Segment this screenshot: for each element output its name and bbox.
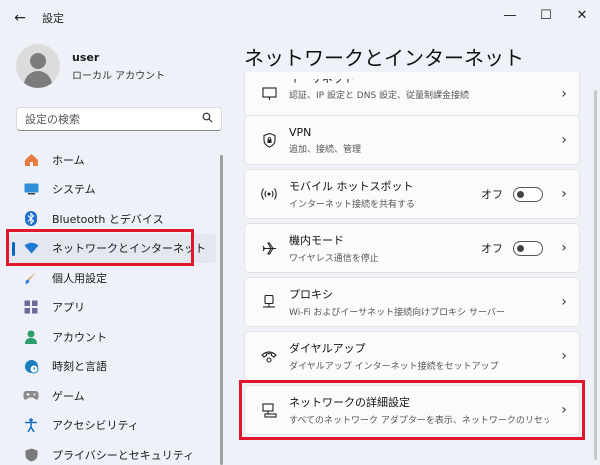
airplane-toggle-group: オフ (481, 240, 543, 256)
close-icon: ✕ (576, 7, 588, 23)
back-arrow-icon: ← (14, 10, 26, 26)
shield-icon (22, 447, 40, 463)
hotspot-toggle[interactable] (513, 186, 543, 202)
card-description: 追加、接続、管理 (289, 144, 362, 155)
card-mobile-hotspot[interactable]: モバイル ホットスポット インターネット接続を共有する オフ › (244, 169, 580, 219)
sidebar-item-label: Bluetooth とデバイス (52, 212, 164, 226)
account-icon (22, 329, 40, 345)
sidebar-scrollbar[interactable] (220, 155, 223, 465)
card-description: Wi-Fi およびイーサネット接続向けプロキシ サーバー (289, 308, 505, 318)
system-icon (22, 181, 40, 197)
page-title: ネットワークとインターネット (244, 46, 524, 70)
card-description: 認証、IP 設定と DNS 設定、従量制課金接続 (289, 91, 470, 101)
sidebar-item-accounts[interactable]: アカウント (8, 322, 216, 352)
clock-globe-icon (22, 358, 40, 374)
maximize-icon: ☐ (540, 7, 552, 23)
close-button[interactable]: ✕ (564, 0, 600, 30)
sidebar-item-label: 時刻と言語 (52, 360, 107, 374)
app-title: 設定 (42, 12, 64, 25)
main-scrollbar[interactable] (594, 90, 597, 460)
window-controls: — ☐ ✕ (492, 0, 600, 30)
sidebar-item-label: ホーム (52, 153, 85, 167)
toggle-state-label: オフ (481, 188, 503, 201)
sidebar-item-label: システム (52, 183, 96, 197)
user-name: user (72, 50, 100, 64)
brush-icon (22, 270, 40, 286)
sidebar-item-label: プライバシーとセキュリティ (52, 448, 195, 462)
gamepad-icon (22, 388, 40, 404)
ethernet-icon (259, 84, 279, 104)
card-description: ダイヤルアップ インターネット接続をセットアップ (289, 362, 499, 372)
accessibility-icon (22, 417, 40, 433)
sidebar-item-label: アクセシビリティ (52, 419, 139, 433)
chevron-right-icon: › (561, 240, 567, 256)
sidebar-item-personalization[interactable]: 個人用設定 (8, 263, 216, 293)
chevron-right-icon: › (561, 132, 567, 148)
settings-search-box[interactable] (16, 107, 222, 131)
vpn-shield-icon (259, 130, 279, 150)
card-title: プロキシ (289, 288, 333, 301)
user-profile[interactable]: user ローカル アカウント (16, 44, 165, 88)
home-icon (22, 152, 40, 168)
airplane-icon (259, 238, 279, 258)
sidebar-item-privacy[interactable]: プライバシーとセキュリティ (8, 440, 216, 465)
card-title: モバイル ホットスポット (289, 180, 414, 193)
search-input[interactable] (25, 112, 202, 126)
card-dialup[interactable]: ダイヤルアップ ダイヤルアップ インターネット接続をセットアップ › (244, 331, 580, 381)
card-title: ダイヤルアップ (289, 342, 366, 355)
card-title: 機内モード (289, 234, 344, 247)
sidebar-item-label: アカウント (52, 330, 107, 344)
chevron-right-icon: › (561, 86, 567, 102)
chevron-right-icon: › (561, 348, 567, 364)
card-title: VPN (289, 125, 312, 139)
sidebar-item-label: ゲーム (52, 389, 85, 403)
bluetooth-icon (22, 211, 40, 227)
nav-highlight-box (6, 229, 194, 266)
card-vpn[interactable]: VPN 追加、接続、管理 › (244, 115, 580, 165)
chevron-right-icon: › (561, 294, 567, 310)
airplane-toggle[interactable] (513, 240, 543, 256)
card-description: ワイヤレス通信を停止 (289, 254, 379, 264)
card-airplane-mode[interactable]: 機内モード ワイヤレス通信を停止 オフ › (244, 223, 580, 273)
sidebar-item-accessibility[interactable]: アクセシビリティ (8, 411, 216, 441)
card-highlight-box (239, 380, 585, 440)
sidebar-nav: ホーム システム Bluetooth とデバイス ネットワークとインターネット … (8, 145, 216, 465)
search-icon[interactable] (202, 112, 213, 126)
minimize-icon: — (503, 7, 517, 23)
sidebar-item-label: 個人用設定 (52, 271, 107, 285)
sidebar-item-system[interactable]: システム (8, 175, 216, 205)
card-ethernet[interactable]: イーサネット 認証、IP 設定と DNS 設定、従量制課金接続 › (244, 72, 580, 117)
title-bar: ← 設定 — ☐ ✕ (0, 0, 600, 36)
sidebar-item-label: アプリ (52, 301, 85, 315)
apps-icon (22, 299, 40, 315)
maximize-button[interactable]: ☐ (528, 0, 564, 30)
hotspot-toggle-group: オフ (481, 186, 543, 202)
sidebar-item-apps[interactable]: アプリ (8, 293, 216, 323)
account-type: ローカル アカウント (72, 70, 166, 82)
card-title: イーサネット (289, 79, 549, 85)
sidebar-item-time-language[interactable]: 時刻と言語 (8, 352, 216, 382)
sidebar-item-home[interactable]: ホーム (8, 145, 216, 175)
minimize-button[interactable]: — (492, 0, 528, 30)
sidebar-item-gaming[interactable]: ゲーム (8, 381, 216, 411)
dialup-icon (259, 346, 279, 366)
toggle-state-label: オフ (481, 242, 503, 255)
back-button[interactable]: ← (0, 0, 40, 36)
chevron-right-icon: › (561, 186, 567, 202)
card-description: インターネット接続を共有する (289, 200, 416, 210)
card-proxy[interactable]: プロキシ Wi-Fi およびイーサネット接続向けプロキシ サーバー › (244, 277, 580, 327)
proxy-icon (259, 292, 279, 312)
hotspot-icon (259, 184, 279, 204)
avatar (16, 44, 60, 88)
